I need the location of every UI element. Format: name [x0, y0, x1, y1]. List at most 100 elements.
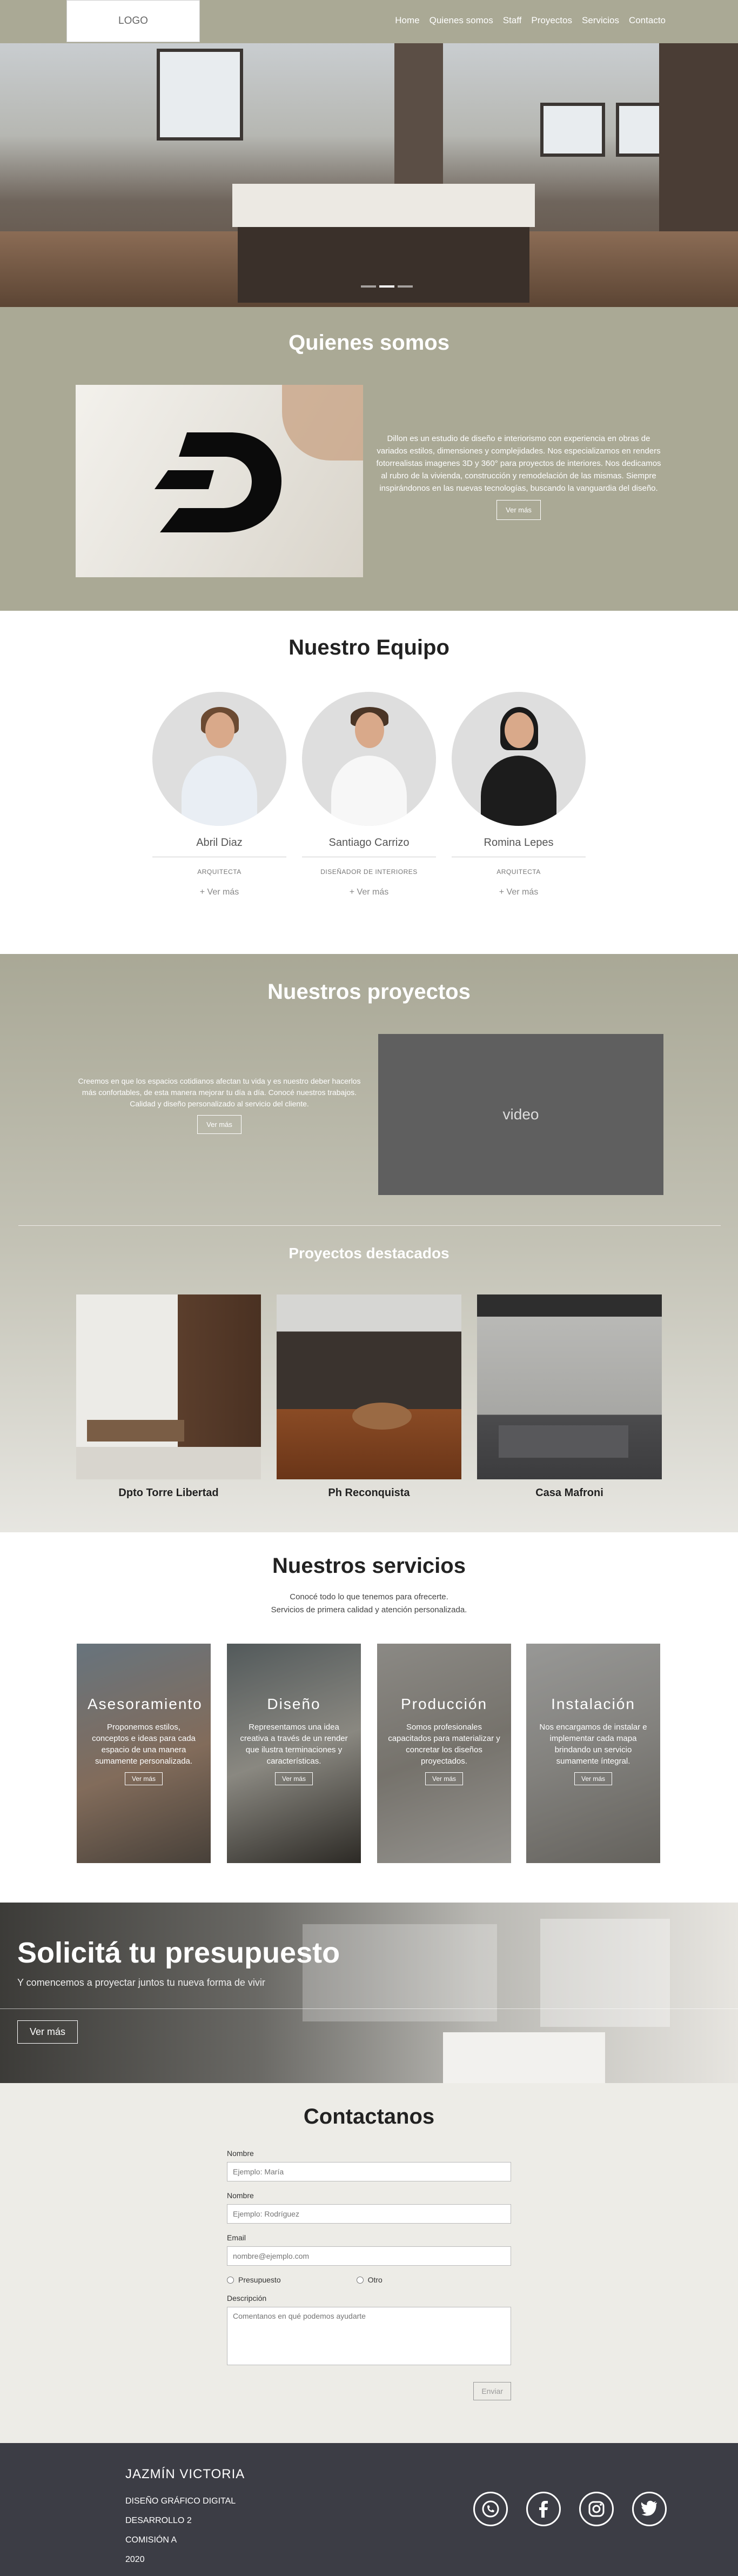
descripcion-label: Descripción — [227, 2294, 267, 2303]
divider — [18, 1225, 721, 1226]
instagram-icon[interactable] — [579, 2492, 614, 2526]
nav-link-home[interactable]: Home — [395, 15, 419, 26]
carousel-indicators — [361, 285, 413, 288]
member-role: ARQUITECTA — [197, 868, 241, 876]
service-text: Proponemos estilos, conceptos e ideas pa… — [92, 1723, 196, 1766]
member-ver-mas-link[interactable]: + Ver más — [152, 887, 286, 897]
social-links — [473, 2492, 667, 2526]
project-card[interactable]: Dpto Torre Libertad — [76, 1294, 261, 1499]
service-title: Diseño — [267, 1696, 321, 1712]
banner-window — [540, 1919, 670, 2027]
member-role: ARQUITECTA — [497, 868, 541, 876]
presupuesto-radio[interactable] — [227, 2276, 234, 2284]
footer-line: COMISIÓN A — [125, 2535, 177, 2545]
nav-link-quienes-somos[interactable]: Quienes somos — [430, 15, 493, 26]
contacto-section: Contactanos Nombre Nombre Email Presupue… — [0, 2083, 738, 2443]
equipo-section: Nuestro Equipo Abril Diaz ARQUITECTA + V… — [0, 611, 738, 954]
nombre-field[interactable] — [227, 2162, 511, 2181]
section-title: Nuestro Equipo — [289, 636, 449, 659]
email-field[interactable] — [227, 2246, 511, 2266]
member-ver-mas-link[interactable]: + Ver más — [302, 887, 436, 897]
project-caption: Dpto Torre Libertad — [118, 1487, 219, 1499]
service-text: Representamos una idea creativa a través… — [240, 1723, 348, 1766]
servicios-section: Nuestros servicios Conocé todo lo que te… — [0, 1532, 738, 1903]
hero-carousel — [0, 43, 738, 307]
whatsapp-icon[interactable] — [473, 2492, 508, 2526]
section-title: Nuestros servicios — [272, 1554, 466, 1578]
quienes-description: Dillon es un estudio de diseño e interio… — [376, 434, 661, 493]
proyectos-ver-mas-button[interactable]: Ver más — [197, 1115, 241, 1134]
carousel-dot[interactable] — [379, 285, 394, 288]
footer-line: DISEÑO GRÁFICO DIGITAL — [125, 2497, 236, 2506]
apellido-label: Nombre — [227, 2191, 254, 2200]
service-card-produccion: Producción Somos profesionales capacitad… — [377, 1644, 511, 1863]
brand-d-logo — [155, 432, 281, 532]
apellido-field[interactable] — [227, 2204, 511, 2224]
service-card-asesoramiento: Asesoramiento Proponemos estilos, concep… — [77, 1644, 211, 1863]
quienes-ver-mas-button[interactable]: Ver más — [497, 500, 541, 520]
avatar — [152, 692, 286, 826]
project-caption: Ph Reconquista — [328, 1487, 410, 1499]
section-title: Quienes somos — [289, 331, 449, 355]
consulta-type-radios: Presupuesto Otro — [227, 2275, 511, 2284]
presupuesto-radio-label: Presupuesto — [238, 2275, 281, 2284]
member-ver-mas-link[interactable]: + Ver más — [452, 887, 586, 897]
member-name: Romina Lepes — [484, 837, 554, 849]
servicios-subtitle-line: Servicios de primera calidad y atención … — [271, 1605, 467, 1614]
nombre-label: Nombre — [227, 2149, 254, 2158]
proyectos-text-block: Creemos en que los espacios cotidianos a… — [76, 1076, 363, 1134]
section-title: Nuestros proyectos — [267, 980, 471, 1004]
service-title: Asesoramiento — [88, 1696, 203, 1712]
service-ver-mas-button[interactable]: Ver más — [425, 1772, 463, 1785]
member-name: Santiago Carrizo — [328, 837, 410, 849]
project-caption: Casa Mafroni — [535, 1487, 603, 1499]
video-player[interactable]: video — [378, 1034, 663, 1195]
quienes-text-block: Dillon es un estudio de diseño e interio… — [373, 432, 665, 520]
service-ver-mas-button[interactable]: Ver más — [574, 1772, 612, 1785]
carousel-dot[interactable] — [361, 285, 376, 288]
footer: JAZMÍN VICTORIA DISEÑO GRÁFICO DIGITAL D… — [0, 2443, 738, 2576]
footer-name: JAZMÍN VICTORIA — [125, 2467, 245, 2481]
otro-radio-label: Otro — [367, 2275, 383, 2284]
proyectos-section: Nuestros proyectos Creemos en que los es… — [0, 954, 738, 1532]
carousel-dot[interactable] — [398, 285, 413, 288]
project-card[interactable]: Ph Reconquista — [277, 1294, 461, 1499]
service-title: Instalación — [551, 1696, 635, 1712]
project-image — [477, 1294, 662, 1479]
member-role: DISEÑADOR DE INTERIORES — [320, 868, 418, 876]
twitter-icon[interactable] — [632, 2492, 667, 2526]
divider — [0, 2008, 738, 2009]
facebook-icon[interactable] — [526, 2492, 561, 2526]
hero-window — [616, 103, 665, 157]
servicios-subtitle: Conocé todo lo que tenemos para ofrecert… — [0, 1591, 738, 1617]
logo[interactable]: LOGO — [66, 0, 200, 42]
destacados-title: Proyectos destacados — [289, 1245, 449, 1262]
presupuesto-title: Solicitá tu presupuesto — [17, 1937, 340, 1969]
project-card[interactable]: Casa Mafroni — [477, 1294, 662, 1499]
project-image — [277, 1294, 461, 1479]
service-ver-mas-button[interactable]: Ver más — [124, 1772, 163, 1785]
team-member-card: Abril Diaz ARQUITECTA + Ver más — [152, 692, 286, 897]
quienes-somos-section: Quienes somos Dillon es un estudio de di… — [0, 307, 738, 611]
contact-form: Nombre Nombre Email Presupuesto Otro Des… — [227, 2149, 511, 2400]
hero-window — [157, 49, 243, 141]
hero-island — [232, 184, 535, 227]
enviar-button[interactable]: Enviar — [473, 2382, 511, 2400]
section-title: Contactanos — [303, 2105, 435, 2128]
nav-link-servicios[interactable]: Servicios — [582, 15, 619, 26]
nav-link-staff[interactable]: Staff — [503, 15, 522, 26]
service-ver-mas-button[interactable]: Ver más — [274, 1772, 313, 1785]
team-member-card: Romina Lepes ARQUITECTA + Ver más — [452, 692, 586, 897]
descripcion-field[interactable] — [227, 2307, 511, 2365]
nav-links: Home Quienes somos Staff Proyectos Servi… — [395, 15, 666, 26]
hero-window — [540, 103, 605, 157]
nav-link-contacto[interactable]: Contacto — [629, 15, 666, 26]
servicios-subtitle-line: Conocé todo lo que tenemos para ofrecert… — [290, 1592, 448, 1601]
email-label: Email — [227, 2233, 246, 2242]
service-text: Somos profesionales capacitados para mat… — [388, 1723, 500, 1766]
nav-link-proyectos[interactable]: Proyectos — [531, 15, 572, 26]
navbar: LOGO Home Quienes somos Staff Proyectos … — [0, 0, 738, 43]
otro-radio[interactable] — [356, 2276, 364, 2284]
presupuesto-ver-mas-button[interactable]: Ver más — [17, 2020, 78, 2044]
presupuesto-banner: Solicitá tu presupuesto Y comencemos a p… — [0, 1903, 738, 2083]
